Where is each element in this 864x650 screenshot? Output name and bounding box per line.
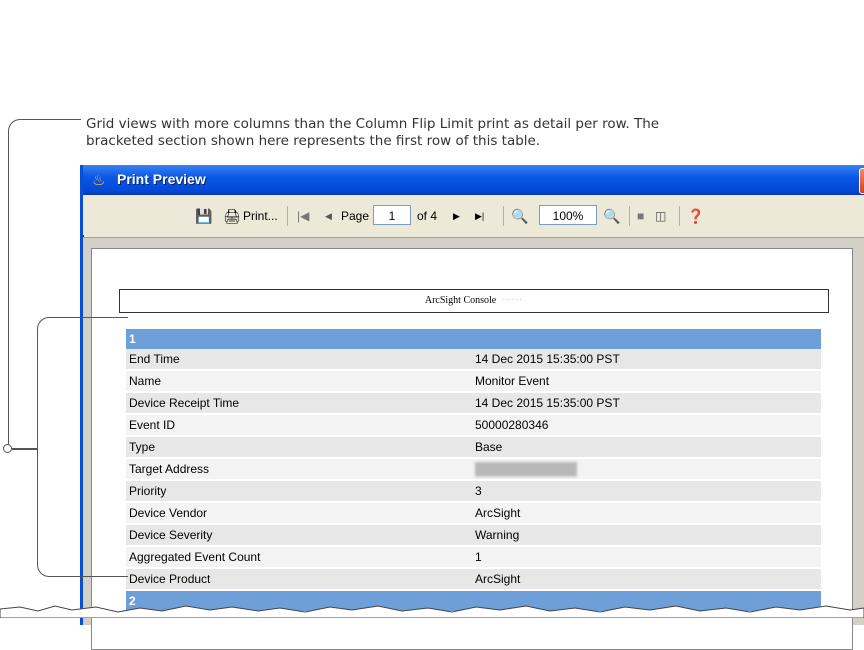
toolbar-separator (629, 206, 630, 226)
table-row: Target Address ████████████ (126, 459, 821, 481)
row-label: Device Receipt Time (129, 396, 240, 410)
table-row: Event ID 50000280346 (126, 415, 821, 437)
single-page-icon[interactable]: ■ (637, 207, 644, 225)
row-value: Base (475, 440, 503, 454)
table-row: Name Monitor Event (126, 371, 821, 393)
row-label: Device Product (129, 572, 211, 586)
page-label: Page (341, 209, 370, 223)
table-row: Aggregated Event Count 1 (126, 547, 821, 569)
toolbar-separator (679, 206, 680, 226)
bracket-connector (12, 448, 37, 450)
table-row: Device Receipt Time 14 Dec 2015 15:35:00 … (126, 393, 821, 415)
last-page-icon[interactable]: ▶| (475, 207, 484, 225)
callout-text: Grid views with more columns than the Co… (86, 116, 846, 150)
masked-address: ████████████ (475, 462, 578, 476)
report-page: ArcSight Console ⋅⋅⋅⋅⋅ 1 End Time 14 Dec 2… (91, 248, 853, 650)
row-value: ArcSight (475, 572, 521, 586)
group-1-rows: End Time 14 Dec 2015 15:35:00 PST Name Mon… (126, 349, 821, 591)
page-number-input[interactable]: 1 (373, 205, 411, 225)
callout-line-2: bracketed section shown here represents … (86, 133, 541, 149)
row-label: Target Address (129, 462, 210, 476)
row-value: Warning (475, 528, 520, 542)
callout-anchor-dot (3, 444, 12, 453)
close-button[interactable]: X (859, 168, 864, 194)
next-page-icon[interactable]: ▶ (453, 207, 460, 225)
row-value: 14 Dec 2015 15:35:00 PST (475, 396, 620, 410)
table-row: Type Base (126, 437, 821, 459)
zoom-input[interactable]: 100% (539, 205, 597, 225)
preview-area[interactable]: ArcSight Console ⋅⋅⋅⋅⋅ 1 End Time 14 Dec 2… (83, 237, 864, 650)
row-label: Device Severity (129, 528, 213, 542)
report-header-title: ArcSight Console (424, 295, 497, 306)
save-icon[interactable]: 💾 (195, 207, 212, 225)
table-row: Device Product ArcSight (126, 569, 821, 591)
table-row: Priority 3 (126, 481, 821, 503)
printer-icon[interactable]: 🖨 (223, 207, 241, 225)
toolbar-separator (287, 206, 288, 226)
zoom-out-icon[interactable]: 🔍 (511, 207, 528, 225)
row-value: 1 (475, 550, 482, 564)
first-row-bracket (37, 317, 128, 577)
table-row: End Time 14 Dec 2015 15:35:00 PST (126, 349, 821, 371)
row-value: 14 Dec 2015 15:35:00 PST (475, 352, 620, 366)
report-header: ArcSight Console ⋅⋅⋅⋅⋅ (119, 289, 829, 313)
window-title: Print Preview (117, 171, 206, 187)
row-label: Type (129, 440, 156, 454)
zoom-in-icon[interactable]: 🔍 (603, 207, 620, 225)
callout-line-1: Grid views with more columns than the Co… (86, 116, 660, 132)
two-page-icon[interactable]: ◫ (655, 207, 666, 225)
toolbar: 💾 🖨 Print... |◀ ◀ Page 1 of 4 ▶ ▶| 🔍 100… (83, 195, 864, 235)
title-bar[interactable]: ♨ Print Preview X (83, 165, 864, 195)
detail-rows: 1 End Time 14 Dec 2015 15:35:00 PST Name M… (126, 329, 821, 611)
group-row-1: 1 (126, 329, 821, 349)
table-row: Device Vendor ArcSight (126, 503, 821, 525)
row-label: End Time (129, 352, 180, 366)
help-icon[interactable]: ❓ (687, 207, 704, 225)
table-row: Device Severity Warning (126, 525, 821, 547)
row-value: ArcSight (475, 506, 521, 520)
row-label: Event ID (129, 418, 176, 432)
row-label: Device Vendor (129, 506, 208, 520)
row-label: Name (129, 374, 162, 388)
row-label: Aggregated Event Count (129, 550, 261, 564)
torn-edge (0, 605, 864, 618)
row-value: 3 (475, 484, 482, 498)
first-page-icon[interactable]: |◀ (297, 207, 309, 225)
java-icon: ♨ (92, 171, 106, 189)
print-button[interactable]: Print... (243, 207, 278, 225)
page-count-label: of 4 (417, 209, 438, 223)
print-preview-window: ♨ Print Preview X 💾 🖨 Print... |◀ ◀ Page… (80, 165, 864, 650)
masked-version: ⋅⋅⋅⋅⋅ (502, 295, 524, 306)
toolbar-separator (503, 206, 504, 226)
row-label: Priority (129, 484, 167, 498)
previous-page-icon[interactable]: ◀ (325, 207, 332, 225)
row-value: 50000280346 (475, 418, 549, 432)
row-value: Monitor Event (475, 374, 550, 388)
